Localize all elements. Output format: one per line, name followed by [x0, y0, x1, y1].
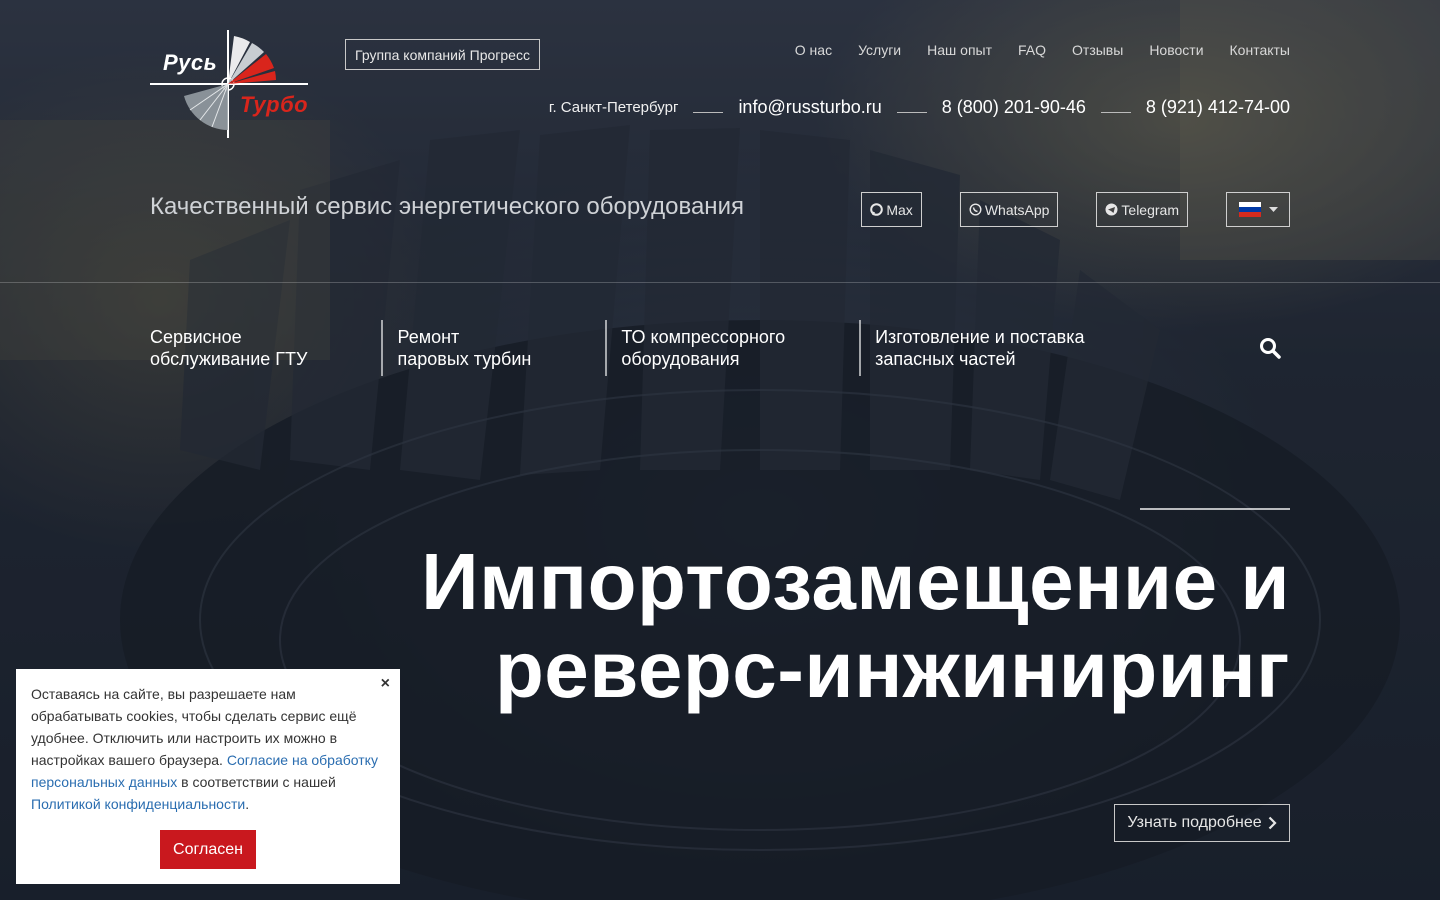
hero-headline-line2: реверс-инжиниринг	[494, 625, 1290, 714]
agree-button[interactable]: Согласен	[160, 830, 256, 869]
headline-accent-line	[1140, 508, 1290, 510]
close-icon[interactable]: ×	[381, 673, 390, 695]
russian-flag-icon	[1238, 202, 1261, 217]
nav-item-contacts[interactable]: Контакты	[1230, 42, 1290, 58]
service-label: паровых турбин	[397, 349, 532, 369]
messenger-buttons: Max WhatsApp Telegram	[861, 192, 1290, 227]
separator	[693, 112, 724, 113]
cookie-banner: × Оставаясь на сайте, вы разрешаете нам …	[16, 669, 400, 884]
service-label: ТО компрессорного	[621, 327, 786, 347]
telegram-icon	[1105, 203, 1118, 216]
max-button[interactable]: Max	[861, 192, 922, 227]
whatsapp-button[interactable]: WhatsApp	[959, 192, 1059, 227]
learn-more-button[interactable]: Узнать подробнее	[1114, 804, 1290, 842]
max-label: Max	[886, 201, 913, 218]
tagline: Качественный сервис энергетического обор…	[150, 193, 744, 220]
learn-more-label: Узнать подробнее	[1127, 814, 1262, 831]
nav-item-experience[interactable]: Наш опыт	[927, 42, 992, 58]
logo-text-rus: Русь	[163, 50, 218, 75]
telegram-button[interactable]: Telegram	[1096, 192, 1188, 227]
nav-item-about[interactable]: О нас	[795, 42, 832, 58]
cookie-text-part: .	[245, 796, 250, 812]
service-spare-parts[interactable]: Изготовление и поставка запасных частей	[859, 320, 1098, 376]
city-label: г. Санкт-Петербург	[548, 99, 679, 116]
whatsapp-icon	[969, 203, 982, 216]
services-menu: Сервисное обслуживание ГТУ Ремонт паровы…	[150, 320, 1099, 376]
telegram-label: Telegram	[1121, 201, 1179, 218]
logo-text-turbo: Турбо	[240, 92, 309, 117]
service-steam-turbines[interactable]: Ремонт паровых турбин	[381, 320, 605, 376]
phone-link-2[interactable]: 8 (921) 412-74-00	[1146, 97, 1290, 118]
language-selector[interactable]	[1226, 192, 1290, 227]
search-icon[interactable]	[1258, 336, 1282, 360]
nav-item-faq[interactable]: FAQ	[1018, 42, 1046, 58]
phone-link-1[interactable]: 8 (800) 201-90-46	[942, 97, 1086, 118]
service-compressor[interactable]: ТО компрессорного оборудования	[605, 320, 859, 376]
company-group-button[interactable]: Группа компаний Прогресс	[345, 39, 540, 70]
max-icon	[870, 203, 884, 216]
contacts-bar: г. Санкт-Петербург info@russturbo.ru 8 (…	[549, 97, 1290, 118]
nav-item-reviews[interactable]: Отзывы	[1072, 42, 1123, 58]
cookie-text-part: в соответствии с нашей	[177, 774, 336, 790]
service-gtu[interactable]: Сервисное обслуживание ГТУ	[150, 326, 381, 376]
hero-headline-line1: Импортозамещение и	[421, 537, 1290, 626]
email-link[interactable]: info@russturbo.ru	[738, 97, 881, 118]
service-label: запасных частей	[875, 349, 1016, 369]
service-label: Изготовление и поставка	[875, 327, 1085, 347]
top-navigation: О нас Услуги Наш опыт FAQ Отзывы Новости…	[795, 42, 1290, 58]
separator	[1100, 112, 1131, 113]
nav-item-services[interactable]: Услуги	[858, 42, 901, 58]
divider-line	[0, 282, 1440, 283]
service-label: обслуживание ГТУ	[150, 349, 308, 369]
chevron-right-icon	[1268, 816, 1277, 830]
hero-headline: Импортозамещение и реверс-инжиниринг	[421, 538, 1290, 714]
service-label: Ремонт	[397, 327, 460, 347]
company-logo[interactable]: Русь Турбо	[150, 30, 312, 138]
privacy-policy-link[interactable]: Политикой конфиденциальности	[31, 796, 245, 812]
service-label: оборудования	[621, 349, 740, 369]
whatsapp-label: WhatsApp	[984, 201, 1050, 218]
service-label: Сервисное	[150, 327, 242, 347]
cookie-text: Оставаясь на сайте, вы разрешаете нам об…	[31, 683, 382, 815]
separator	[896, 112, 927, 113]
chevron-down-icon	[1268, 206, 1278, 212]
nav-item-news[interactable]: Новости	[1149, 42, 1203, 58]
